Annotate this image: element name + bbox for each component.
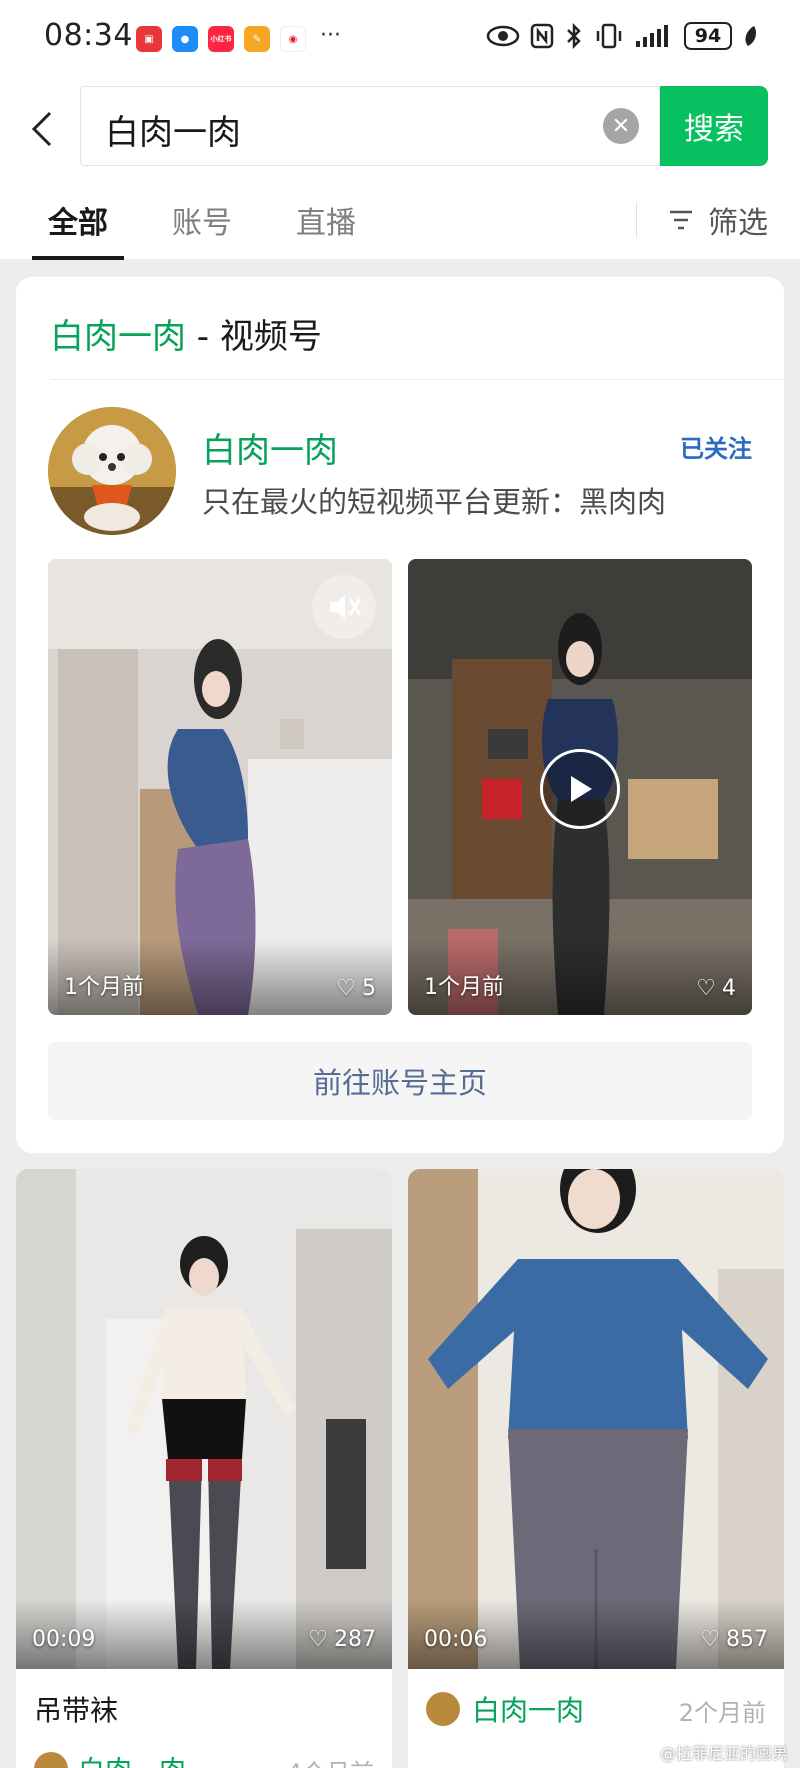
notification-icons: ▣ ● 小红书 ✎ ◉ ··· bbox=[136, 23, 341, 52]
goto-account-homepage-button[interactable]: 前往账号主页 bbox=[48, 1042, 752, 1120]
play-icon bbox=[571, 776, 592, 802]
video-time: 1个月前 bbox=[64, 975, 144, 1000]
play-button[interactable] bbox=[540, 749, 620, 829]
video-likes: ♡ 857 bbox=[700, 1627, 768, 1652]
video-like-count: 287 bbox=[334, 1627, 376, 1652]
video-duration: 00:09 bbox=[32, 1627, 96, 1652]
account-name[interactable]: 白肉一肉 bbox=[202, 423, 338, 472]
divider bbox=[636, 202, 637, 238]
search-input[interactable]: 白肉一肉 ✕ bbox=[80, 86, 660, 166]
card-title-suffix: - 视频号 bbox=[186, 317, 322, 357]
app-icon-red: ▣ bbox=[136, 26, 162, 52]
active-tab-indicator bbox=[32, 256, 124, 260]
video-like-count: 4 bbox=[722, 976, 736, 1001]
filter-label: 筛选 bbox=[708, 206, 768, 241]
signal-icon bbox=[636, 25, 668, 47]
poodle-avatar-image bbox=[48, 407, 176, 535]
tab-accounts[interactable]: 账号 bbox=[172, 198, 232, 242]
feed-author[interactable]: 白肉一肉 bbox=[34, 1749, 186, 1768]
back-button[interactable] bbox=[22, 104, 62, 154]
avatar bbox=[426, 1692, 460, 1726]
tab-live[interactable]: 直播 bbox=[296, 198, 356, 242]
video-duration: 00:06 bbox=[424, 1627, 488, 1652]
watermark: @拉菲尼亚的囤男 bbox=[659, 1744, 788, 1763]
status-bar: 08:34 ▣ ● 小红书 ✎ ◉ ··· 94 bbox=[0, 0, 800, 80]
leaf-icon bbox=[745, 26, 756, 46]
chevron-left-icon bbox=[31, 111, 52, 147]
result-tabs: 全部 账号 直播 筛选 bbox=[0, 180, 800, 260]
feed-title: 吊带袜 bbox=[34, 1694, 119, 1727]
app-icon-weibo: ◉ bbox=[280, 26, 306, 52]
card-title: 白肉一肉 - 视频号 bbox=[50, 309, 322, 358]
filter-button[interactable]: 筛选 bbox=[668, 198, 768, 242]
video-likes: ♡ 287 bbox=[308, 1627, 376, 1652]
video-likes: ♡ 5 bbox=[336, 976, 376, 1001]
feed-age: 2个月前 bbox=[678, 1699, 766, 1727]
avatar bbox=[34, 1751, 68, 1768]
eye-icon bbox=[486, 25, 520, 47]
search-button[interactable]: 搜索 bbox=[660, 86, 768, 166]
follow-status-button[interactable]: 已关注 bbox=[680, 429, 752, 464]
battery-icon: 94 bbox=[684, 22, 732, 50]
status-time: 08:34 bbox=[44, 18, 133, 53]
feed-author-name: 白肉一肉 bbox=[78, 1749, 186, 1768]
heart-icon: ♡ bbox=[696, 976, 716, 1001]
app-icon-blue: ● bbox=[172, 26, 198, 52]
tab-all[interactable]: 全部 bbox=[48, 198, 108, 242]
video-thumbnail[interactable]: 1个月前 ♡ 5 bbox=[48, 559, 392, 1015]
heart-icon: ♡ bbox=[336, 976, 356, 1001]
system-icons: 94 bbox=[486, 22, 758, 50]
video-thumbnail[interactable]: 1个月前 ♡ 4 bbox=[408, 559, 752, 1015]
video-like-count: 5 bbox=[362, 976, 376, 1001]
video-likes: ♡ 4 bbox=[696, 976, 736, 1001]
channel-account-card: 白肉一肉 - 视频号 白肉一肉 只在最火的短视频平台更新：黑肉肉 已关注 1个月… bbox=[16, 277, 784, 1153]
avatar[interactable] bbox=[48, 407, 176, 535]
app-icon-orange: ✎ bbox=[244, 26, 270, 52]
more-notifications-icon: ··· bbox=[320, 23, 341, 48]
feed-item[interactable]: 00:06 ♡ 857 白肉一肉 2个月前 bbox=[408, 1169, 784, 1768]
card-title-name: 白肉一肉 bbox=[50, 317, 186, 357]
account-description: 只在最火的短视频平台更新：黑肉肉 bbox=[202, 485, 667, 519]
video-like-count: 857 bbox=[726, 1627, 768, 1652]
feed-item[interactable]: 00:09 ♡ 287 吊带袜 白肉一肉 4个月前 bbox=[16, 1169, 392, 1768]
search-header: 白肉一肉 ✕ 搜索 bbox=[0, 80, 800, 180]
heart-icon: ♡ bbox=[308, 1627, 328, 1652]
close-icon: ✕ bbox=[611, 113, 631, 139]
clear-search-button[interactable]: ✕ bbox=[603, 108, 639, 144]
vibrate-icon bbox=[596, 23, 622, 49]
feed-video-thumbnail bbox=[408, 1169, 784, 1669]
feed-author[interactable]: 白肉一肉 bbox=[426, 1689, 584, 1729]
app-icon-xiaohongshu: 小红书 bbox=[208, 26, 234, 52]
video-time: 1个月前 bbox=[424, 975, 504, 1000]
nfc-icon bbox=[530, 23, 554, 49]
bluetooth-icon bbox=[567, 22, 581, 50]
feed-age: 4个月前 bbox=[287, 1753, 374, 1768]
search-query: 白肉一肉 bbox=[105, 113, 241, 153]
heart-icon: ♡ bbox=[700, 1627, 720, 1652]
mute-button[interactable] bbox=[312, 575, 376, 639]
speaker-muted-icon bbox=[330, 595, 362, 619]
filter-icon bbox=[670, 210, 692, 230]
divider bbox=[50, 379, 784, 380]
feed-video-thumbnail bbox=[16, 1169, 392, 1669]
feed-author-name: 白肉一肉 bbox=[472, 1694, 585, 1727]
